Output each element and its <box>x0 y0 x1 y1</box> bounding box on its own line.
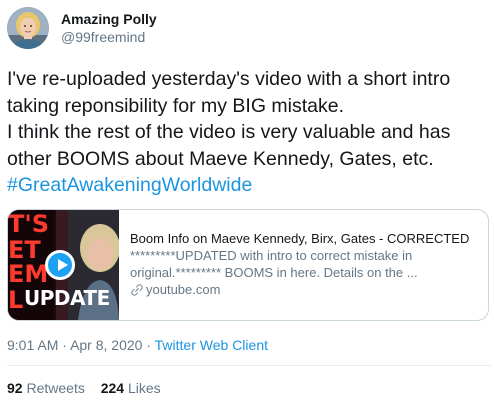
tweet: Amazing Polly @99freemind I've re-upload… <box>0 0 494 405</box>
card-domain: youtube.com <box>130 281 486 298</box>
tweet-stats: 92 Retweets 224 Likes <box>7 380 173 396</box>
play-button-icon[interactable] <box>45 250 75 280</box>
avatar-image <box>7 7 49 49</box>
hashtag-link[interactable]: #GreatAwakeningWorldwide <box>7 172 491 199</box>
tweet-time[interactable]: 9:01 AM <box>7 337 58 353</box>
card-description-line: *********UPDATED with intro to correct m… <box>130 248 413 263</box>
tweet-line: I think the rest of the video is very va… <box>7 121 451 143</box>
author-name[interactable]: Amazing Polly <box>61 11 157 27</box>
tweet-line: other BOOMS about Maeve Kennedy, Gates, … <box>7 147 434 170</box>
tweet-text: I've re-uploaded yesterday's video with … <box>7 66 491 199</box>
divider <box>7 365 491 366</box>
tweet-line: taking reponsibility for my BIG mistake. <box>7 94 345 117</box>
tweet-line: I've re-uploaded yesterday's video with … <box>7 68 451 90</box>
likes-count: 224 <box>100 380 125 396</box>
thumbnail-text: T'S <box>8 210 50 238</box>
card-title: Boom Info on Maeve Kennedy, Birx, Gates … <box>130 231 470 246</box>
tweet-source-link[interactable]: Twitter Web Client <box>155 337 268 353</box>
thumbnail-text: L <box>8 286 24 314</box>
avatar[interactable] <box>7 7 49 49</box>
meta-separator: · <box>146 337 152 353</box>
author-handle[interactable]: @99freemind <box>61 29 145 45</box>
tweet-date[interactable]: Apr 8, 2020 <box>70 337 142 353</box>
thumbnail-update-label: UPDATE <box>24 286 110 310</box>
likes-label: Likes <box>127 380 161 396</box>
link-card[interactable]: T'S ET EM L UPDATE Boom Info on Maeve Ke… <box>7 209 489 321</box>
tweet-meta: 9:01 AM · Apr 8, 2020 · Twitter Web Clie… <box>7 337 268 353</box>
retweets-label: Retweets <box>26 380 85 396</box>
thumbnail-text: ET <box>8 236 41 264</box>
likes-stat[interactable]: 224 Likes <box>101 380 161 396</box>
thumbnail-text: EM <box>8 260 49 288</box>
card-domain-text: youtube.com <box>146 282 221 297</box>
retweets-stat[interactable]: 92 Retweets <box>7 380 89 396</box>
card-body: Boom Info on Maeve Kennedy, Birx, Gates … <box>130 230 486 298</box>
card-thumbnail[interactable]: T'S ET EM L UPDATE <box>8 210 119 320</box>
card-description: *********UPDATED with intro to correct m… <box>130 247 486 281</box>
link-icon <box>131 283 143 296</box>
retweets-count: 92 <box>7 380 23 396</box>
card-description-line: original.********* BOOMS in here. Detail… <box>130 265 418 280</box>
meta-separator: · <box>62 337 67 353</box>
